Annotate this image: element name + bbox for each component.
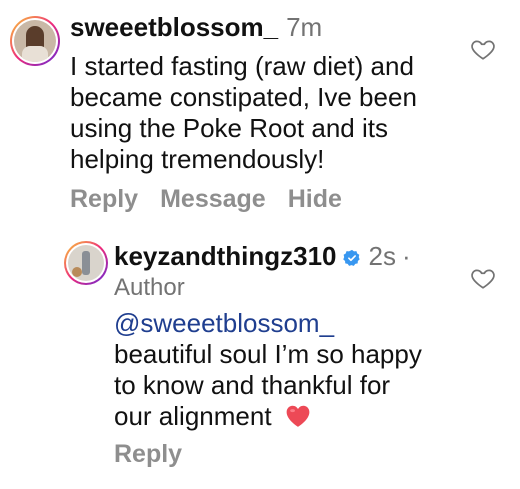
username[interactable]: sweeetblossom_ — [70, 12, 278, 43]
comment-sweeetblossom: sweeetblossom_ 7m I started fasting (raw… — [0, 0, 520, 225]
avatar-photo — [68, 245, 104, 281]
timestamp: 7m — [286, 12, 323, 42]
comment-header: sweeetblossom_ 7m — [70, 12, 322, 43]
avatar-photo — [14, 20, 56, 62]
reply-header: keyzandthingz310 2s · — [114, 241, 411, 272]
reply-actions: Reply — [114, 440, 182, 469]
reply-line: beautiful soul I’m so happy — [114, 339, 422, 369]
red-heart-emoji — [286, 405, 310, 427]
avatar-ring — [12, 18, 58, 64]
hide-button[interactable]: Hide — [288, 185, 342, 214]
author-label: Author — [114, 274, 185, 301]
verified-badge-icon — [342, 249, 360, 266]
comment-actions: Reply Message Hide — [70, 185, 342, 214]
avatar[interactable] — [64, 241, 108, 285]
username[interactable]: keyzandthingz310 — [114, 241, 337, 272]
timestamp: 2s — [368, 241, 396, 271]
mention-link[interactable]: @sweeetblossom_ — [114, 308, 422, 339]
like-heart-icon[interactable] — [470, 36, 496, 62]
reply-button[interactable]: Reply — [70, 185, 138, 214]
reply-keyzandthingz310: keyzandthingz310 2s · Author @sweeetblos… — [0, 225, 520, 489]
reply-line-last: our alignment — [114, 401, 422, 432]
comment-line: using the Poke Root and its — [70, 113, 388, 143]
avatar-ring — [66, 243, 106, 283]
comment-text: I started fasting (raw diet) and became … — [70, 51, 417, 175]
reply-line: our alignment — [114, 401, 272, 431]
separator-dot: · — [401, 241, 411, 271]
reply-text: @sweeetblossom_ beautiful soul I’m so ha… — [114, 308, 422, 432]
avatar[interactable] — [10, 16, 60, 66]
reply-line: to know and thankful for — [114, 370, 391, 400]
message-button[interactable]: Message — [160, 185, 266, 214]
comment-line: I started fasting (raw diet) and — [70, 51, 414, 81]
comment-line: helping tremendously! — [70, 144, 325, 174]
like-heart-icon[interactable] — [470, 265, 496, 291]
reply-button[interactable]: Reply — [114, 440, 182, 469]
comment-line: became constipated, Ive been — [70, 82, 417, 112]
